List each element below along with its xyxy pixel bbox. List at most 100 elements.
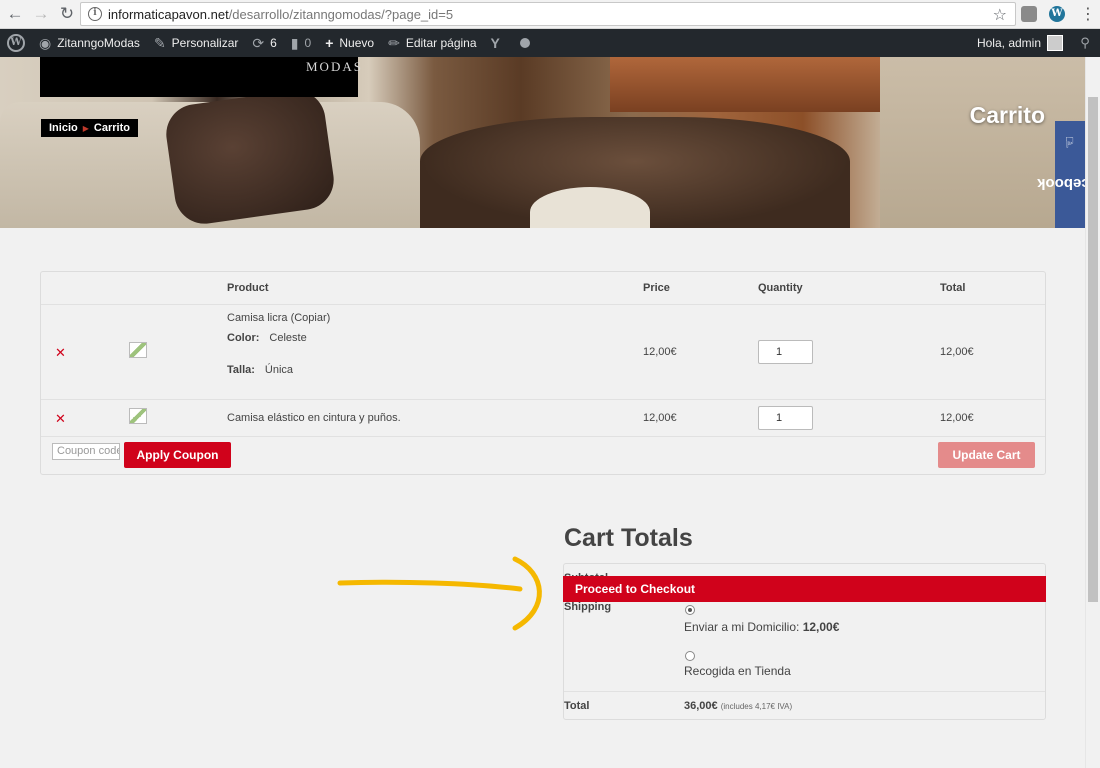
breadcrumb: Inicio ▶ Carrito <box>41 119 138 137</box>
product-price: 12,00€ <box>643 346 677 358</box>
header-total: Total <box>940 282 966 294</box>
product-price: 12,00€ <box>643 412 677 424</box>
dashboard-icon: ◉ <box>39 34 52 51</box>
url-path: /desarrollo/zitanngomodas/?page_id=5 <box>228 6 454 22</box>
site-logo[interactable]: MODAS <box>40 57 361 97</box>
logo-text: MODAS <box>306 59 363 74</box>
update-cart-button[interactable]: Update Cart <box>938 442 1035 468</box>
edit-page-label: Editar página <box>405 36 477 50</box>
product-color: Color: Celeste <box>227 332 307 344</box>
arrow-head <box>512 556 542 631</box>
total-amount: 36,00€ <box>684 700 718 712</box>
avatar <box>1047 35 1063 51</box>
updates-icon: ⟳ <box>252 34 265 51</box>
comments-count: 0 <box>304 36 312 50</box>
updates-count: 6 <box>270 36 277 50</box>
new-label: Nuevo <box>339 36 375 50</box>
comments-menu[interactable]: ▮ 0 <box>284 29 318 57</box>
shipping-radio-store[interactable] <box>685 651 695 661</box>
row-divider <box>41 399 1045 400</box>
status-dot-menu[interactable] <box>513 29 537 57</box>
scroll-thumb[interactable] <box>1088 97 1098 602</box>
forward-icon[interactable]: → <box>30 3 52 25</box>
new-content-menu[interactable]: + Nuevo <box>318 29 381 57</box>
plus-icon: + <box>325 35 334 51</box>
proceed-to-checkout-button[interactable]: Proceed to Checkout <box>563 576 1046 602</box>
total-value: 36,00€ (includes 4,17€ IVA) <box>684 700 792 712</box>
page-hero: MODAS Inicio ▶ Carrito Carrito <box>0 57 1085 228</box>
shipping-option-home-label: Enviar a mi Domicilio: <box>684 620 800 634</box>
total-label: Total <box>564 700 590 712</box>
header-quantity: Quantity <box>758 282 803 294</box>
breadcrumb-current: Carrito <box>93 122 130 134</box>
cart-totals-title: Cart Totals <box>564 524 693 552</box>
shipping-option-home[interactable]: Enviar a mi Domicilio: 12,00€ <box>684 620 839 634</box>
header-price: Price <box>643 282 670 294</box>
search-icon[interactable]: ⚲ <box>1070 35 1100 51</box>
breadcrumb-home[interactable]: Inicio <box>49 122 78 134</box>
wordpress-extension-icon[interactable]: W <box>1049 6 1065 22</box>
arrow-shaft <box>337 579 523 592</box>
annotation-arrow <box>337 556 542 631</box>
cart-table: Product Price Quantity Total ✕ Camisa li… <box>40 271 1046 475</box>
product-thumbnail[interactable] <box>129 342 147 358</box>
customize-menu[interactable]: ✎ Personalizar <box>147 29 245 57</box>
hero-image-shelf <box>610 57 880 112</box>
reload-icon[interactable]: ↻ <box>56 3 78 25</box>
wp-admin-bar: W ◉ ZitanngoModas ✎ Personalizar ⟳ 6 ▮ 0 + Nu… <box>0 29 1100 57</box>
my-account-menu[interactable]: Hola, admin <box>970 29 1070 57</box>
browser-menu-icon[interactable]: ⋮ <box>1080 4 1096 24</box>
remove-item-icon[interactable]: ✕ <box>55 345 66 361</box>
size-value: Única <box>264 364 294 376</box>
product-size: Talla: Única <box>227 364 293 376</box>
row-divider <box>564 691 1045 692</box>
thumbs-up-icon: ☝ <box>1065 132 1075 150</box>
color-value: Celeste <box>269 332 307 344</box>
product-thumbnail[interactable] <box>129 408 147 424</box>
shipping-option-home-price: 12,00€ <box>802 620 840 634</box>
site-name-menu[interactable]: ◉ ZitanngoModas <box>32 29 147 57</box>
page-scrollbar[interactable] <box>1085 57 1100 768</box>
wp-logo-menu[interactable]: W <box>0 29 32 57</box>
greeting: Hola, admin <box>976 36 1041 50</box>
wordpress-logo-icon: W <box>7 34 25 52</box>
customize-label: Personalizar <box>171 36 239 50</box>
shipping-label: Shipping <box>564 601 612 613</box>
header-product: Product <box>227 282 269 294</box>
status-dot-icon <box>519 38 530 48</box>
browser-toolbar: ← → ↻ i informaticapavon.net/desarrollo/… <box>0 0 1100 29</box>
yoast-icon: Y <box>490 35 500 51</box>
bookmark-star-icon[interactable]: ☆ <box>993 5 1007 25</box>
product-total: 12,00€ <box>940 346 974 358</box>
product-name[interactable]: Camisa licra (Copiar) <box>227 312 330 324</box>
size-label: Talla: <box>227 364 255 376</box>
pencil-icon: ✏ <box>388 34 400 51</box>
row-divider <box>41 304 1045 305</box>
extension-icon[interactable] <box>1021 6 1037 22</box>
shipping-option-store[interactable]: Recogida en Tienda <box>684 664 791 678</box>
site-name: ZitanngoModas <box>57 36 140 50</box>
color-label: Color: <box>227 332 260 344</box>
page-title: Carrito <box>969 102 1045 128</box>
facebook-tab[interactable]: facebook ☝ <box>1038 121 1100 232</box>
yoast-menu[interactable]: Y <box>484 29 513 57</box>
edit-page-menu[interactable]: ✏ Editar página <box>381 29 483 57</box>
url-host: informaticapavon.net <box>108 6 229 22</box>
back-icon[interactable]: ← <box>4 3 26 25</box>
hero-image-pillow <box>162 86 338 228</box>
shipping-radio-home[interactable] <box>685 605 695 615</box>
remove-item-icon[interactable]: ✕ <box>55 411 66 427</box>
main-content: Product Price Quantity Total ✕ Camisa li… <box>0 228 1085 768</box>
info-icon[interactable]: i <box>88 7 102 21</box>
tax-note: (includes 4,17€ IVA) <box>720 702 793 711</box>
quantity-input[interactable]: 1 <box>758 340 813 364</box>
row-divider <box>41 436 1045 437</box>
coupon-input[interactable]: Coupon code <box>52 443 120 460</box>
quantity-input[interactable]: 1 <box>758 406 813 430</box>
updates-menu[interactable]: ⟳ 6 <box>245 29 283 57</box>
product-name[interactable]: Camisa elástico en cintura y puños. <box>227 412 401 424</box>
apply-coupon-button[interactable]: Apply Coupon <box>124 442 231 468</box>
brush-icon: ✎ <box>153 34 166 51</box>
comment-icon: ▮ <box>290 34 299 51</box>
address-bar[interactable]: i informaticapavon.net/desarrollo/zitann… <box>80 2 1016 26</box>
